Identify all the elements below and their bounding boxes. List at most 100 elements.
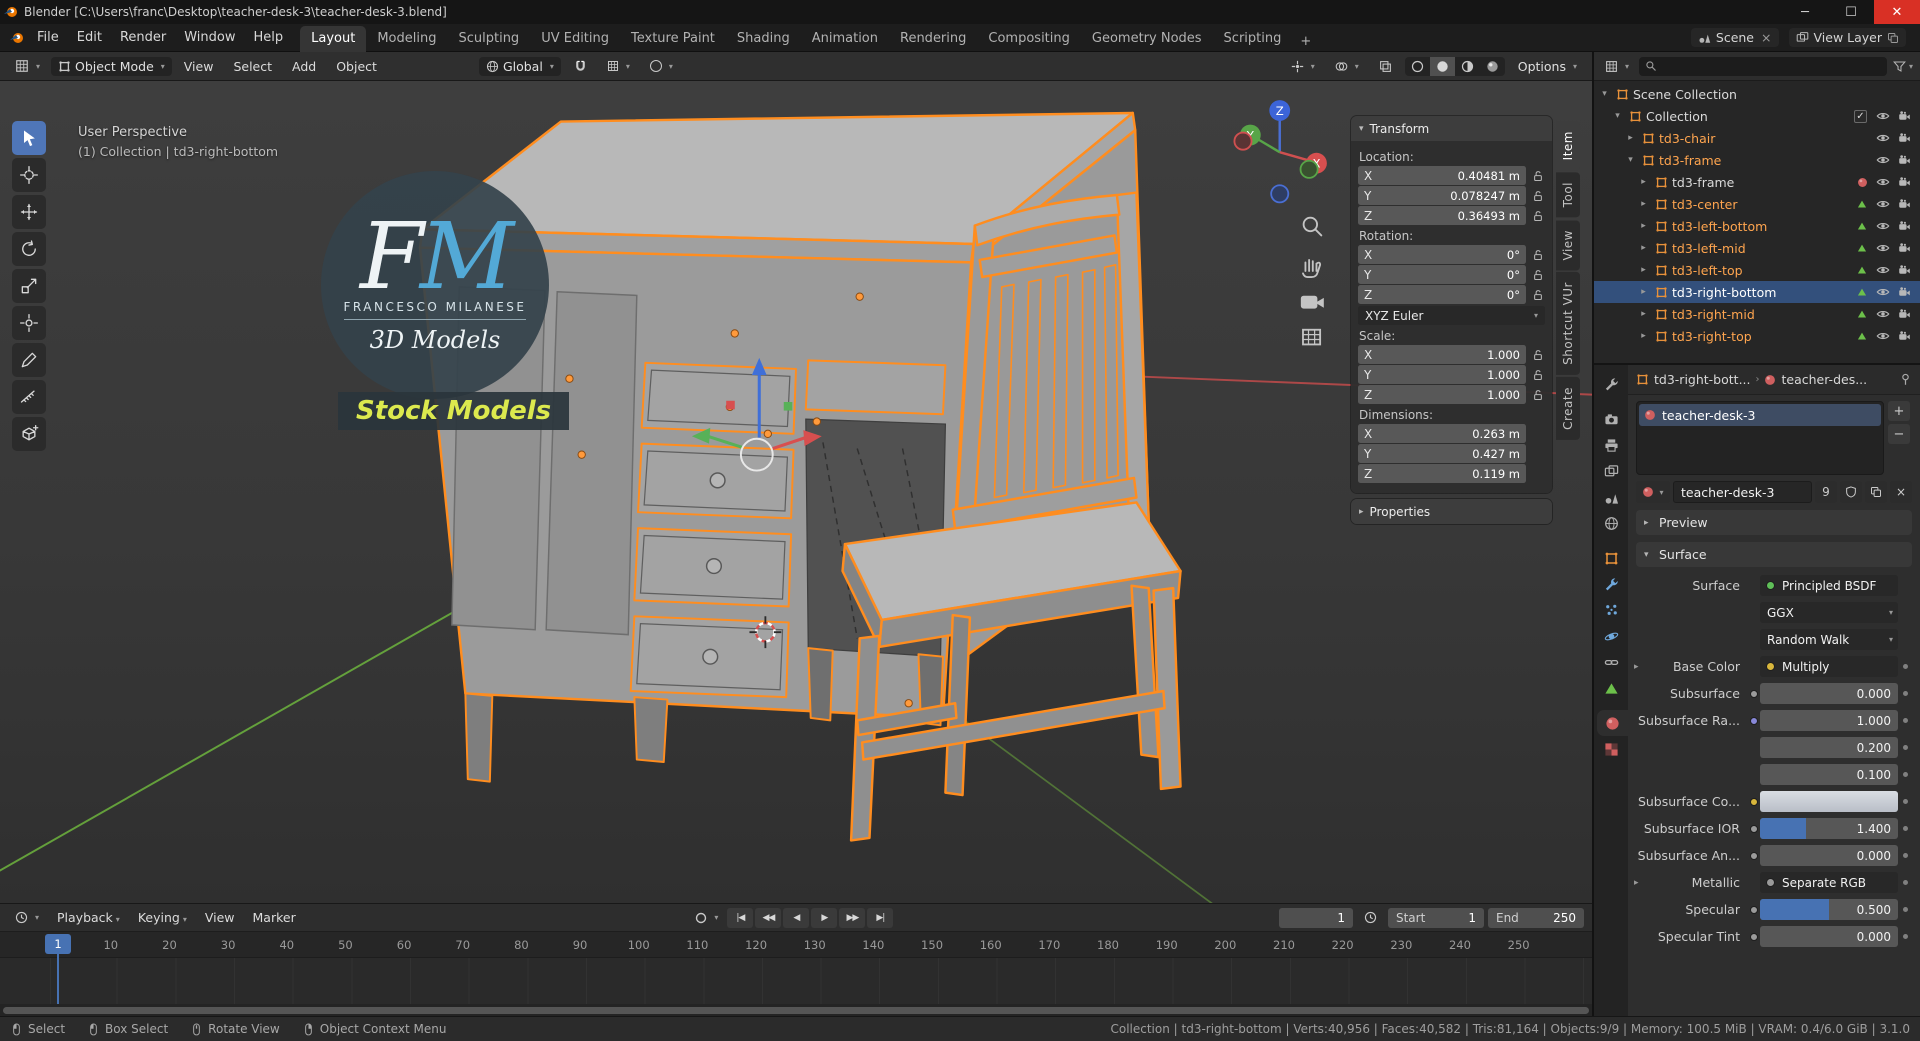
tool-move[interactable] — [12, 195, 46, 229]
breadcrumb-material[interactable]: teacher-des... — [1781, 372, 1867, 387]
timeline-tracks[interactable] — [0, 958, 1592, 1004]
workspace-tab[interactable]: Sculpting — [447, 26, 530, 52]
property-field[interactable] — [1760, 791, 1898, 812]
property-field[interactable]: 0.000 — [1760, 845, 1898, 866]
hand-icon[interactable] — [1302, 259, 1322, 278]
outliner-item-label[interactable]: td3-chair — [1659, 131, 1715, 146]
disable-render-icon[interactable] — [1895, 198, 1914, 211]
zoom-icon[interactable] — [1302, 216, 1323, 237]
tab-tool[interactable] — [1594, 371, 1628, 397]
hide-viewport-icon[interactable] — [1873, 197, 1892, 211]
hide-viewport-icon[interactable] — [1873, 131, 1892, 145]
property-field[interactable]: 0.000 — [1760, 926, 1898, 947]
snap-target-dropdown[interactable] — [600, 58, 637, 74]
outliner-item-label[interactable]: td3-right-top — [1672, 329, 1752, 344]
outliner-row[interactable]: ▸ td3-right-mid — [1594, 303, 1920, 325]
fake-user-shield-icon[interactable] — [1840, 481, 1862, 503]
outliner-row[interactable]: ▸ td3-frame — [1594, 171, 1920, 193]
auto-keying-button[interactable] — [688, 910, 725, 926]
axis-x-negative[interactable] — [1233, 131, 1253, 151]
filter-icon[interactable] — [1893, 60, 1913, 73]
material-slot-list[interactable]: teacher-desk-3 — [1636, 401, 1884, 475]
outliner-item-label[interactable]: td3-left-top — [1672, 263, 1743, 278]
dimensions-field[interactable]: Z 0.119 m — [1358, 464, 1526, 483]
tool-measure[interactable] — [12, 380, 46, 414]
hide-viewport-icon[interactable] — [1873, 109, 1892, 123]
lock-icon[interactable] — [1532, 170, 1544, 182]
disable-render-icon[interactable] — [1895, 286, 1914, 299]
frame-end-field[interactable]: End 250 — [1487, 907, 1584, 928]
current-frame-field[interactable]: 1 — [1278, 907, 1353, 928]
surface-panel-header[interactable]: ▾ Surface — [1636, 542, 1912, 567]
mode-dropdown[interactable]: Object Mode — [51, 56, 172, 76]
decorator-dot[interactable] — [1902, 772, 1908, 777]
outliner-row[interactable]: ▸ td3-left-top — [1594, 259, 1920, 281]
outliner-item-label[interactable]: Scene Collection — [1633, 87, 1737, 102]
tool-scale[interactable] — [12, 269, 46, 303]
workspace-tab[interactable]: Texture Paint — [620, 26, 726, 52]
timeline-ruler[interactable]: 1 10 20 30 40 50 60 70 — [0, 932, 1592, 958]
options-dropdown[interactable]: Options — [1511, 57, 1584, 76]
outliner-item-label[interactable]: td3-left-bottom — [1672, 219, 1767, 234]
new-view-layer-icon[interactable] — [1887, 32, 1899, 44]
expand-arrow-icon[interactable]: ▸ — [1637, 243, 1650, 253]
tab-constraints[interactable] — [1594, 649, 1628, 675]
close-button[interactable]: ✕ — [1874, 0, 1920, 24]
tool-rotate[interactable] — [12, 232, 46, 266]
tab-view-layer[interactable] — [1594, 458, 1628, 484]
collection-checkbox[interactable]: ✓ — [1854, 109, 1867, 123]
3d-viewport[interactable]: Z X Y User Per — [0, 81, 1592, 903]
scale-field[interactable]: Y 1.000 — [1358, 365, 1526, 384]
timeline-menu[interactable]: Playback — [50, 908, 127, 927]
playhead-line[interactable] — [57, 954, 59, 1004]
n-panel-tab[interactable]: View — [1556, 219, 1580, 271]
tool-add-cube[interactable] — [12, 417, 46, 451]
disable-render-icon[interactable] — [1895, 132, 1914, 145]
breadcrumb-object[interactable]: td3-right-bott... — [1654, 372, 1750, 387]
app-menu[interactable]: Render — [111, 27, 175, 48]
dimensions-field[interactable]: Y 0.427 m — [1358, 444, 1526, 463]
tab-particles[interactable] — [1594, 597, 1628, 623]
lock-icon[interactable] — [1532, 349, 1544, 361]
outliner-row[interactable]: ▸ td3-chair — [1594, 127, 1920, 149]
lock-icon[interactable] — [1532, 210, 1544, 222]
hide-viewport-icon[interactable] — [1873, 307, 1892, 321]
disable-render-icon[interactable] — [1895, 308, 1914, 321]
property-field[interactable]: 0.500 — [1760, 899, 1898, 920]
tab-object[interactable] — [1594, 545, 1628, 571]
material-name-field[interactable]: teacher-desk-3 — [1673, 481, 1812, 503]
workspace-tab[interactable]: Scripting — [1213, 26, 1293, 52]
decorator-dot[interactable] — [1902, 691, 1908, 696]
n-panel-tab[interactable]: Tool — [1556, 172, 1580, 218]
disable-render-icon[interactable] — [1895, 154, 1914, 167]
playback-button[interactable]: |◀ — [727, 907, 754, 928]
disable-render-icon[interactable] — [1895, 110, 1914, 123]
expand-arrow-icon[interactable] — [1634, 662, 1639, 672]
expand-arrow-icon[interactable]: ▸ — [1637, 309, 1650, 319]
decorator-dot[interactable] — [1902, 907, 1908, 912]
rotation-mode-dropdown[interactable]: XYZ Euler — [1358, 306, 1545, 325]
expand-arrow-icon[interactable]: ▾ — [1598, 89, 1611, 99]
preview-range-toggle[interactable] — [1357, 909, 1384, 926]
shading-wireframe-button[interactable] — [1405, 57, 1430, 76]
preview-panel-header[interactable]: ▸ Preview — [1636, 510, 1912, 535]
add-slot-button[interactable]: + — [1888, 401, 1910, 421]
app-menu[interactable]: File — [28, 27, 68, 48]
workspace-tab[interactable]: Modeling — [366, 26, 447, 52]
location-field[interactable]: X 0.40481 m — [1358, 166, 1526, 185]
outliner-item-label[interactable]: td3-right-bottom — [1672, 285, 1776, 300]
n-panel-tab[interactable]: Item — [1556, 121, 1580, 171]
property-field[interactable]: Random Walk — [1760, 629, 1898, 650]
property-field[interactable]: 1.000 — [1760, 710, 1898, 731]
add-workspace-button[interactable]: + — [1292, 31, 1319, 52]
disable-render-icon[interactable] — [1895, 220, 1914, 233]
timeline-scrollbar[interactable] — [0, 1004, 1592, 1016]
property-field[interactable]: Principled BSDF — [1760, 575, 1898, 596]
expand-arrow-icon[interactable]: ▸ — [1637, 287, 1650, 297]
disable-render-icon[interactable] — [1895, 242, 1914, 255]
users-count-button[interactable]: 9 — [1815, 481, 1837, 503]
outliner-item-label[interactable]: td3-frame — [1672, 175, 1734, 190]
lock-icon[interactable] — [1532, 389, 1544, 401]
property-field[interactable]: GGX — [1760, 602, 1898, 623]
decorator-dot[interactable] — [1902, 718, 1908, 723]
